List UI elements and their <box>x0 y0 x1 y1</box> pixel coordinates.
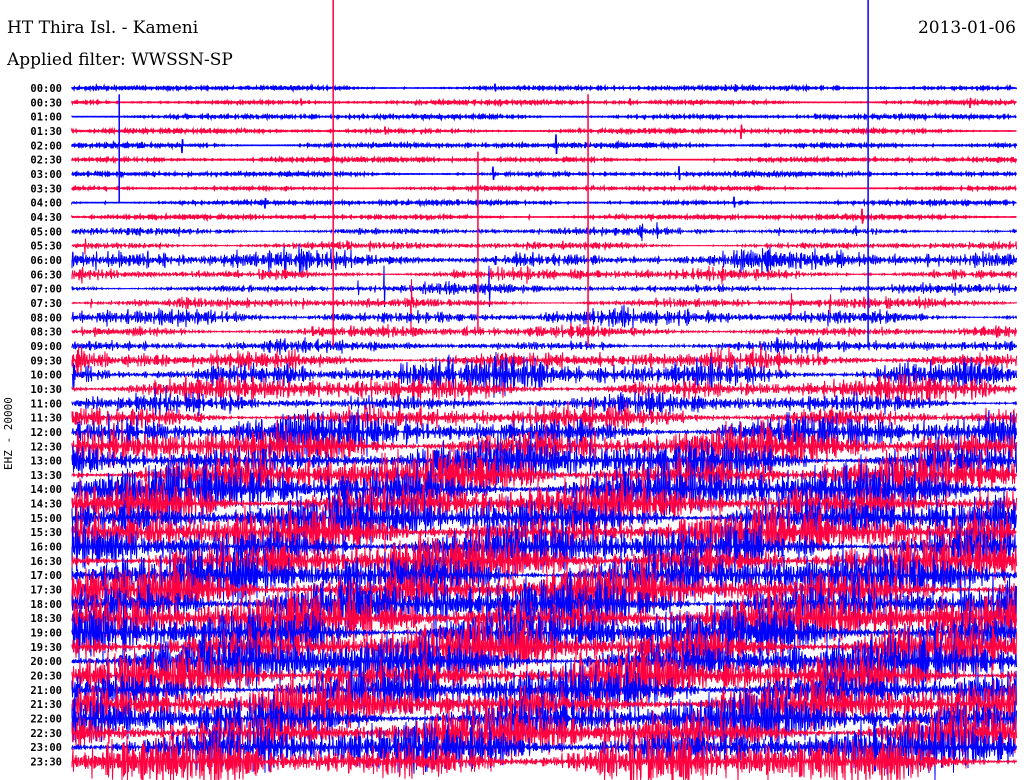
row-time-label: 20:00 <box>30 656 62 668</box>
row-time-label: 08:30 <box>30 327 62 339</box>
row-time-label: 04:00 <box>30 198 62 210</box>
row-time-label: 05:30 <box>30 241 62 253</box>
row-time-label: 18:30 <box>30 613 62 625</box>
row-time-label: 01:30 <box>30 126 62 138</box>
row-time-label: 10:00 <box>30 370 62 382</box>
row-time-label: 19:30 <box>30 642 62 654</box>
trace-line <box>71 154 1018 165</box>
trace-line <box>71 336 1017 356</box>
row-time-label: 16:30 <box>30 556 62 568</box>
row-time-label: 15:30 <box>30 527 62 539</box>
row-time-label: 15:00 <box>30 513 62 525</box>
row-time-label: 17:00 <box>30 570 62 582</box>
trace-line <box>71 238 1017 255</box>
trace-line <box>71 111 1017 122</box>
row-time-label: 03:30 <box>30 183 62 195</box>
trace-line <box>71 183 1017 194</box>
row-time-label: 04:30 <box>30 212 62 224</box>
row-time-label: 18:00 <box>30 599 62 611</box>
row-time-label: 13:30 <box>30 470 62 482</box>
row-time-label: 05:00 <box>30 226 62 238</box>
row-time-label: 12:00 <box>30 427 62 439</box>
row-time-label: 21:00 <box>30 685 62 697</box>
trace-line <box>71 196 1017 209</box>
row-time-label: 06:30 <box>30 269 62 281</box>
row-time-label: 03:00 <box>30 169 62 181</box>
row-time-label: 02:00 <box>30 140 62 152</box>
seismogram-plot: 00:00 00:30 01:00 01:30 02:00 02:30 03:00 03:30… <box>30 0 1018 780</box>
trace-line <box>71 166 1018 181</box>
row-time-label: 00:30 <box>30 97 62 109</box>
trace-line <box>71 82 1018 93</box>
row-time-label: 08:00 <box>30 312 62 324</box>
row-time-label: 22:00 <box>30 714 62 726</box>
row-time-label: 09:00 <box>30 341 62 353</box>
row-time-label: 14:00 <box>30 484 62 496</box>
row-time-label: 06:00 <box>30 255 62 267</box>
row-time-label: 23:00 <box>30 742 62 754</box>
row-time-label: 02:30 <box>30 155 62 167</box>
row-time-label: 11:30 <box>30 413 62 425</box>
row-time-label: 11:00 <box>30 398 62 410</box>
trace-line <box>71 304 1017 329</box>
trace-line <box>71 243 1017 275</box>
row-time-label: 07:00 <box>30 284 62 296</box>
row-time-label: 14:30 <box>30 499 62 511</box>
trace-line <box>71 97 1017 109</box>
helicorder-chart: HT Thira Isl. - Kameni Applied filter: W… <box>0 0 1024 780</box>
row-time-label: 21:30 <box>30 699 62 711</box>
trace-line <box>71 265 1017 285</box>
row-time-label: 12:30 <box>30 441 62 453</box>
row-time-label: 19:00 <box>30 628 62 640</box>
trace-line <box>71 222 1017 242</box>
row-time-label: 09:30 <box>30 355 62 367</box>
trace-line <box>71 134 1018 155</box>
row-time-label: 16:00 <box>30 542 62 554</box>
row-time-label: 20:30 <box>30 671 62 683</box>
row-time-label: 13:00 <box>30 456 62 468</box>
trace-line <box>71 323 1017 339</box>
trace-line <box>71 208 1017 224</box>
trace-line <box>71 124 1017 139</box>
row-time-label: 10:30 <box>30 384 62 396</box>
row-time-label: 07:30 <box>30 298 62 310</box>
row-time-label: 01:00 <box>30 112 62 124</box>
row-time-label: 22:30 <box>30 728 62 740</box>
row-time-label: 23:30 <box>30 757 62 769</box>
row-time-label: 17:30 <box>30 585 62 597</box>
row-time-label: 00:00 <box>30 83 62 95</box>
